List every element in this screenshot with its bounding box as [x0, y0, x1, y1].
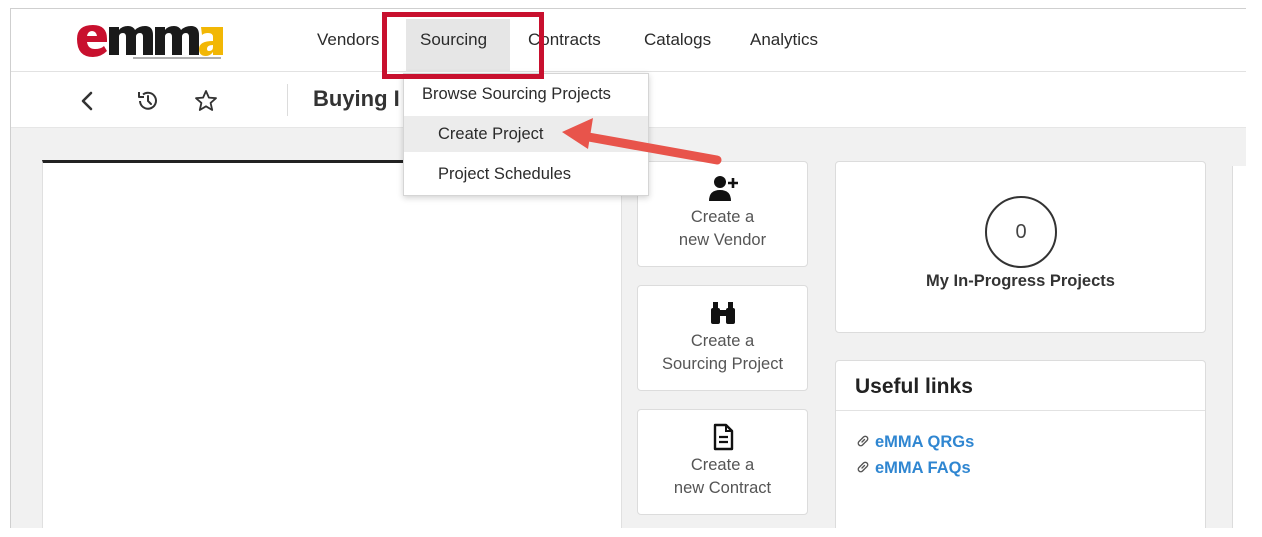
tile-label-line2: new Contract [673, 479, 772, 497]
tile-label-line1: Create a [690, 208, 755, 226]
add-user-icon [708, 174, 738, 204]
link-label: eMMA QRGs [875, 433, 975, 451]
document-icon [708, 422, 738, 452]
link-emma-qrgs[interactable]: eMMA QRGs [855, 433, 974, 452]
emma-logo[interactable] [73, 19, 225, 61]
menu-item-project-schedules[interactable]: Project Schedules [404, 156, 648, 192]
link-icon [857, 435, 869, 447]
nav-vendors[interactable]: Vendors [317, 28, 379, 52]
tile-label-line2: new Vendor [678, 231, 767, 249]
in-progress-card[interactable]: 0 My In-Progress Projects [835, 161, 1206, 333]
nav-contracts[interactable]: Contracts [528, 28, 601, 52]
history-icon[interactable] [135, 88, 161, 114]
back-icon[interactable] [75, 88, 101, 114]
useful-links-divider [836, 410, 1205, 411]
in-progress-label: My In-Progress Projects [926, 272, 1115, 290]
link-icon [857, 461, 869, 473]
useful-links-title: Useful links [855, 375, 973, 398]
main-panel [42, 160, 622, 528]
top-navigation: Vendors Sourcing Contracts Catalogs Anal… [11, 9, 1246, 72]
link-label: eMMA FAQs [875, 459, 971, 477]
menu-item-browse-sourcing-projects[interactable]: Browse Sourcing Projects [404, 76, 648, 112]
create-contract-tile[interactable]: Create a new Contract [637, 409, 808, 515]
tile-label-line1: Create a [690, 456, 755, 474]
binoculars-icon [708, 298, 738, 328]
create-sourcing-project-tile[interactable]: Create a Sourcing Project [637, 285, 808, 391]
emma-logo-graphic [77, 25, 223, 59]
nav-catalogs[interactable]: Catalogs [644, 28, 711, 52]
app-window: Vendors Sourcing Contracts Catalogs Anal… [10, 8, 1246, 528]
sourcing-dropdown-menu: Browse Sourcing Projects Create Project … [403, 73, 649, 196]
nav-analytics[interactable]: Analytics [750, 28, 818, 52]
menu-item-create-project[interactable]: Create Project [404, 116, 648, 152]
right-panel-edge [1232, 166, 1246, 528]
star-icon[interactable] [193, 88, 219, 114]
header-divider [287, 84, 288, 116]
create-vendor-tile[interactable]: Create a new Vendor [637, 161, 808, 267]
tile-label-line1: Create a [690, 332, 755, 350]
useful-links-card: Useful links eMMA QRGs eMMA FAQs [835, 360, 1206, 528]
tile-label-line2: Sourcing Project [661, 355, 784, 373]
page-title: Buying I [313, 86, 400, 111]
nav-sourcing[interactable]: Sourcing [420, 28, 487, 52]
link-emma-faqs[interactable]: eMMA FAQs [855, 459, 971, 478]
in-progress-count: 0 [985, 196, 1057, 268]
